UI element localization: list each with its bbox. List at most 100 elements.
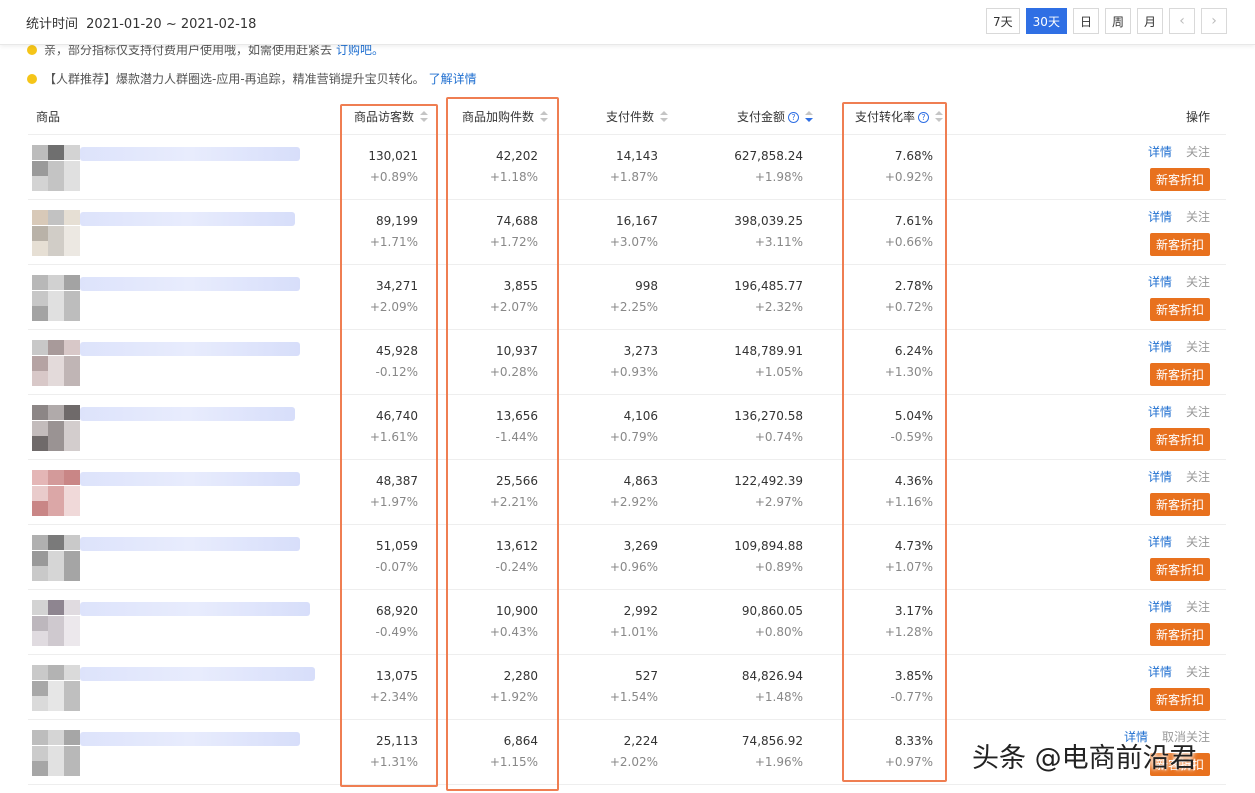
product-title-blurred[interactable] xyxy=(80,277,300,291)
visitors-change: +1.97% xyxy=(369,495,418,509)
product-image[interactable] xyxy=(32,535,80,581)
new-customer-discount-button[interactable]: 新客折扣 xyxy=(1149,688,1210,711)
period-30d-button[interactable]: 30天 xyxy=(1025,8,1067,34)
product-table: 商品 商品访客数 商品加购件数 支付件数 支付金额? 支付转化率? 操作 130… xyxy=(28,98,1226,785)
follow-link[interactable]: 关注 xyxy=(1186,535,1210,549)
col-conversion-rate[interactable]: 支付转化率? xyxy=(825,98,955,135)
follow-link[interactable]: 关注 xyxy=(1186,275,1210,289)
product-image[interactable] xyxy=(32,145,80,191)
product-cell[interactable] xyxy=(28,264,328,330)
product-cell[interactable] xyxy=(28,524,328,590)
period-7d-button[interactable]: 7天 xyxy=(986,8,1020,34)
detail-link[interactable]: 详情 xyxy=(1148,600,1172,614)
pay-amount-change: +2.97% xyxy=(754,495,803,509)
sort-icon[interactable] xyxy=(420,111,428,123)
prev-period-button[interactable]: ‹ xyxy=(1169,8,1195,34)
cart-cell: 13,612 -0.24% xyxy=(440,524,560,590)
follow-link[interactable]: 关注 xyxy=(1186,600,1210,614)
sort-icon[interactable] xyxy=(540,111,548,123)
product-title-blurred[interactable] xyxy=(80,472,300,486)
detail-link[interactable]: 详情 xyxy=(1148,340,1172,354)
product-image[interactable] xyxy=(32,405,80,451)
visitors-change: -0.07% xyxy=(375,560,418,574)
follow-link[interactable]: 关注 xyxy=(1186,405,1210,419)
detail-link[interactable]: 详情 xyxy=(1148,535,1172,549)
actions-cell: 详情 关注 新客折扣 xyxy=(955,329,1226,395)
product-cell[interactable] xyxy=(28,654,328,720)
pay-qty-value: 4,106 xyxy=(623,409,658,423)
new-customer-discount-button[interactable]: 新客折扣 xyxy=(1149,233,1210,256)
product-cell[interactable] xyxy=(28,589,328,655)
help-icon[interactable]: ? xyxy=(788,111,799,123)
new-customer-discount-button[interactable]: 新客折扣 xyxy=(1149,558,1210,581)
cart-change: -0.24% xyxy=(495,560,538,574)
product-title-blurred[interactable] xyxy=(80,147,300,161)
product-cell[interactable] xyxy=(28,134,328,200)
detail-link[interactable]: 详情 xyxy=(1148,470,1172,484)
cart-change: +1.92% xyxy=(489,690,538,704)
product-cell[interactable] xyxy=(28,394,328,460)
follow-link[interactable]: 关注 xyxy=(1186,145,1210,159)
sort-desc-icon[interactable] xyxy=(805,111,813,123)
product-image[interactable] xyxy=(32,665,80,711)
detail-link[interactable]: 详情 xyxy=(1148,665,1172,679)
follow-link[interactable]: 关注 xyxy=(1186,340,1210,354)
pay-qty-value: 4,863 xyxy=(623,474,658,488)
next-period-button[interactable]: › xyxy=(1201,8,1227,34)
product-image[interactable] xyxy=(32,340,80,386)
visitors-change: +1.61% xyxy=(369,430,418,444)
product-cell[interactable] xyxy=(28,719,328,785)
product-image[interactable] xyxy=(32,470,80,516)
follow-link[interactable]: 关注 xyxy=(1186,210,1210,224)
detail-link[interactable]: 详情 xyxy=(1148,275,1172,289)
col-pay-qty[interactable]: 支付件数 xyxy=(560,98,680,135)
detail-link[interactable]: 详情 xyxy=(1148,210,1172,224)
product-cell[interactable] xyxy=(28,459,328,525)
period-week-button[interactable]: 周 xyxy=(1104,8,1131,34)
product-title-blurred[interactable] xyxy=(80,602,310,616)
col-visitors[interactable]: 商品访客数 xyxy=(328,98,440,135)
conversion-change: +1.07% xyxy=(884,560,933,574)
follow-link[interactable]: 关注 xyxy=(1186,470,1210,484)
cart-value: 10,937 xyxy=(496,344,538,358)
cart-value: 13,656 xyxy=(496,409,538,423)
product-cell[interactable] xyxy=(28,329,328,395)
new-customer-discount-button[interactable]: 新客折扣 xyxy=(1149,623,1210,646)
help-icon[interactable]: ? xyxy=(918,111,929,123)
cart-value: 6,864 xyxy=(503,734,538,748)
pay-qty-cell: 2,992 +1.01% xyxy=(560,589,680,655)
product-image[interactable] xyxy=(32,600,80,646)
product-title-blurred[interactable] xyxy=(80,732,300,746)
new-customer-discount-button[interactable]: 新客折扣 xyxy=(1149,428,1210,451)
product-image[interactable] xyxy=(32,730,80,776)
new-customer-discount-button[interactable]: 新客折扣 xyxy=(1149,298,1210,321)
product-title-blurred[interactable] xyxy=(80,537,300,551)
new-customer-discount-button[interactable]: 新客折扣 xyxy=(1149,168,1210,191)
product-title-blurred[interactable] xyxy=(80,342,300,356)
product-title-blurred[interactable] xyxy=(80,667,315,681)
col-label: 支付金额 xyxy=(736,109,785,124)
visitors-change: +0.89% xyxy=(369,170,418,184)
period-day-button[interactable]: 日 xyxy=(1072,8,1099,34)
learn-more-link[interactable]: 了解详情 xyxy=(429,70,477,87)
visitors-value: 34,271 xyxy=(376,279,418,293)
detail-link[interactable]: 详情 xyxy=(1148,145,1172,159)
table-row: 45,928 -0.12% 10,937 +0.28% 3,273 +0.93% 14… xyxy=(28,329,1226,395)
product-title-blurred[interactable] xyxy=(80,212,295,226)
detail-link[interactable]: 详情 xyxy=(1148,405,1172,419)
product-image[interactable] xyxy=(32,275,80,321)
product-image[interactable] xyxy=(32,210,80,256)
col-add-to-cart[interactable]: 商品加购件数 xyxy=(440,98,560,135)
new-customer-discount-button[interactable]: 新客折扣 xyxy=(1149,363,1210,386)
sort-icon[interactable] xyxy=(660,111,668,123)
product-cell[interactable] xyxy=(28,199,328,265)
follow-link[interactable]: 关注 xyxy=(1186,665,1210,679)
table-row: 34,271 +2.09% 3,855 +2.07% 998 +2.25% 196,4… xyxy=(28,264,1226,330)
table-row: 51,059 -0.07% 13,612 -0.24% 3,269 +0.96% 10… xyxy=(28,524,1226,590)
sort-icon[interactable] xyxy=(935,111,943,123)
new-customer-discount-button[interactable]: 新客折扣 xyxy=(1149,493,1210,516)
pay-amount-value: 627,858.24 xyxy=(734,149,803,163)
product-title-blurred[interactable] xyxy=(80,407,295,421)
period-month-button[interactable]: 月 xyxy=(1136,8,1163,34)
col-pay-amount[interactable]: 支付金额? xyxy=(680,98,825,135)
